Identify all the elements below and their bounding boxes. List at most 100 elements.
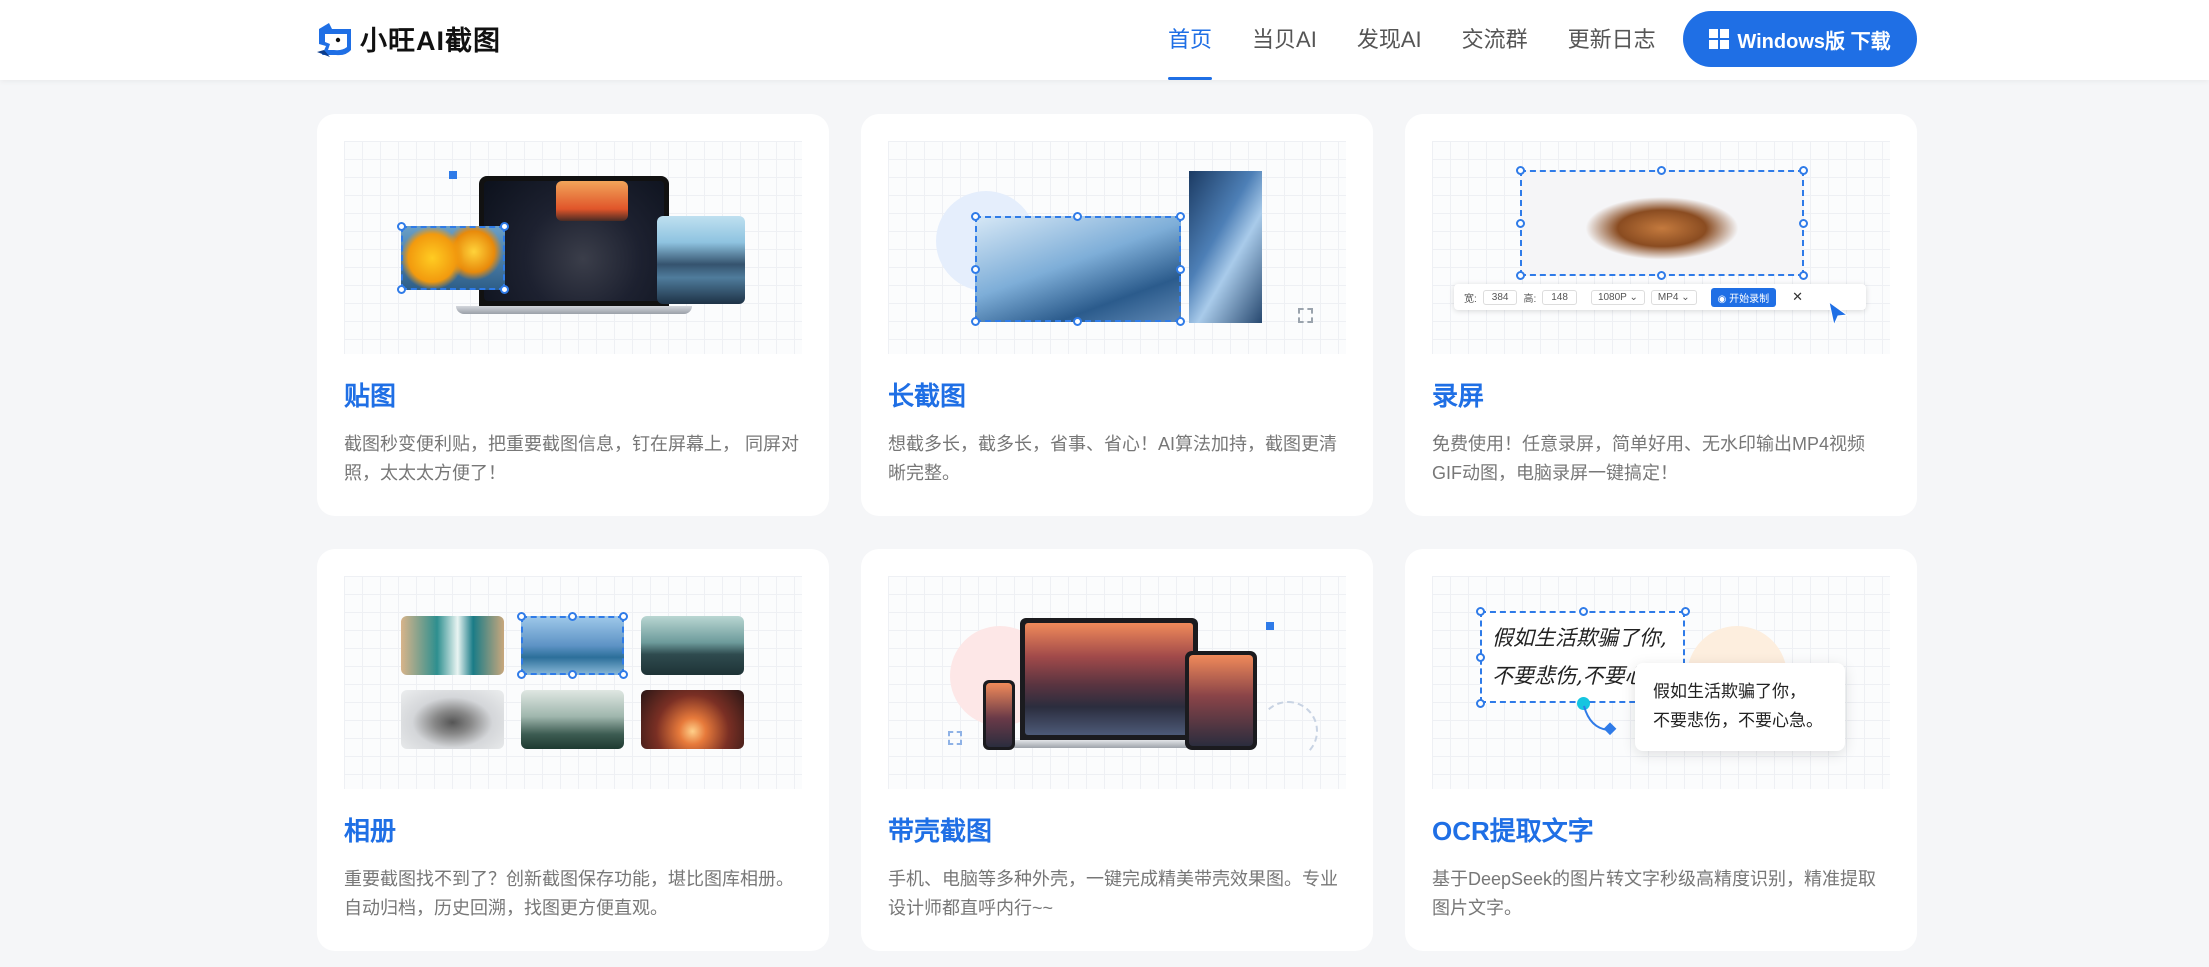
start-record-button[interactable]: ◉ 开始录制 <box>1710 287 1777 307</box>
tablet-device <box>1185 651 1257 750</box>
resize-handle <box>1516 271 1525 280</box>
record-toolbar: 宽: 384 高: 148 1080P ⌄ MP4 ⌄ ◉ 开始录制 ✕ <box>1454 284 1866 310</box>
long-screenshot-illustration <box>888 141 1346 354</box>
resize-handle <box>500 222 509 231</box>
height-label: 高: <box>1523 293 1537 305</box>
resize-handle <box>1176 212 1185 221</box>
resize-handle <box>1516 166 1525 175</box>
resize-handle <box>397 222 406 231</box>
resize-handle <box>1799 219 1808 228</box>
ocr-illustration: 假如生活欺骗了你, 不要悲伤,不要心 假如生活欺骗了你， 不要悲伤，不要心急。 <box>1432 576 1890 789</box>
laptop-base <box>456 306 692 314</box>
resize-handle <box>971 317 980 326</box>
card-description: 想截多长，截多长，省事、省心！AI算法加持，截图更清晰完整。 <box>888 434 1338 483</box>
height-input[interactable]: 148 <box>1542 289 1577 305</box>
card-description: 手机、电脑等多种外壳，一键完成精美带壳效果图。专业设计师都直呼内行~~ <box>888 869 1338 918</box>
pin-selection-frame <box>401 226 505 290</box>
feature-card-album[interactable]: 相册 重要截图找不到了？创新截图保存功能，堪比图库相册。自动归档，历史回溯，找图… <box>317 549 829 951</box>
phone-device <box>983 680 1015 750</box>
card-description: 截图秒变便利贴，把重要截图信息，钉在屏幕上， 同屏对照，太太太方便了！ <box>344 434 799 483</box>
building-photo-tall <box>1189 171 1262 323</box>
nav-changelog[interactable]: 更新日志 <box>1568 0 1656 80</box>
selection-dot-decoration <box>449 171 457 179</box>
resize-handle <box>1176 265 1185 274</box>
start-record-label: 开始录制 <box>1729 293 1770 305</box>
width-input[interactable]: 384 <box>1482 289 1518 305</box>
resize-handle <box>1476 653 1485 662</box>
resolution-value: 1080P <box>1597 291 1627 303</box>
nav-community[interactable]: 交流群 <box>1462 0 1528 80</box>
long-capture-selection <box>975 216 1181 322</box>
nav-discover-ai[interactable]: 发现AI <box>1357 0 1422 80</box>
resize-handle <box>517 670 526 679</box>
brand-logo[interactable]: 小旺AI截图 <box>316 19 501 58</box>
resize-handle <box>1799 271 1808 280</box>
resize-handle <box>1476 607 1485 616</box>
dashed-arc-decoration <box>1258 701 1318 761</box>
album-photo-forest <box>521 690 624 749</box>
feature-card-ocr[interactable]: 假如生活欺骗了你, 不要悲伤,不要心 假如生活欺骗了你， 不要悲伤，不要心急。 … <box>1405 549 1917 951</box>
card-description: 免费使用！任意录屏，简单好用、无水印输出MP4视频GIF动图，电脑录屏一键搞定！ <box>1432 434 1866 483</box>
nav-home[interactable]: 首页 <box>1168 0 1213 80</box>
resize-handle <box>1657 271 1666 280</box>
card-title: 录屏 <box>1432 381 1485 411</box>
laptop-base <box>1008 740 1210 748</box>
windows-download-button[interactable]: Windows版 下载 <box>1683 11 1917 67</box>
resize-handle <box>1516 219 1525 228</box>
close-icon[interactable]: ✕ <box>1792 289 1803 305</box>
cursor-arrow-icon <box>1828 301 1849 327</box>
nav-dangbei-ai[interactable]: 当贝AI <box>1252 0 1317 80</box>
resize-handle <box>1073 212 1082 221</box>
resize-handle <box>971 212 980 221</box>
album-photo-mountain <box>641 616 744 675</box>
ocr-result-line: 不要悲伤，不要心急。 <box>1653 711 1823 730</box>
feature-card-long-screenshot[interactable]: 长截图 想截多长，截多长，省事、省心！AI算法加持，截图更清晰完整。 <box>861 114 1373 516</box>
resize-handle <box>500 285 509 294</box>
album-photo-sunset <box>641 690 744 749</box>
card-title: 相册 <box>344 816 397 846</box>
resize-handle <box>971 265 980 274</box>
dashed-square-decoration <box>948 731 962 745</box>
main-nav: 首页 当贝AI 发现AI 交流群 更新日志 <box>1168 0 1696 80</box>
resize-handle <box>619 612 628 621</box>
resize-handle <box>1681 607 1690 616</box>
card-title: 贴图 <box>344 381 397 411</box>
resize-handle <box>568 670 577 679</box>
feature-card-pin[interactable]: 贴图 截图秒变便利贴，把重要截图信息，钉在屏幕上， 同屏对照，太太太方便了！ <box>317 114 829 516</box>
connector-arrow-icon <box>1583 705 1617 736</box>
album-photo-beach <box>401 616 504 675</box>
card-description: 重要截图找不到了？创新截图保存功能，堪比图库相册。自动归档，历史回溯，找图更方便… <box>344 869 794 918</box>
dashed-square-decoration <box>1298 308 1313 323</box>
format-select[interactable]: MP4 ⌄ <box>1650 289 1697 305</box>
screen-record-illustration: 宽: 384 高: 148 1080P ⌄ MP4 ⌄ ◉ 开始录制 ✕ <box>1432 141 1890 354</box>
card-title: OCR提取文字 <box>1432 816 1594 846</box>
ocr-result-popup: 假如生活欺骗了你， 不要悲伤，不要心急。 <box>1635 663 1845 751</box>
laptop-device <box>1020 618 1198 740</box>
format-value: MP4 <box>1657 291 1679 303</box>
resize-handle <box>517 612 526 621</box>
record-area-selection <box>1520 170 1804 276</box>
resize-handle <box>1657 166 1666 175</box>
resize-handle <box>1176 317 1185 326</box>
album-selected-frame <box>521 616 624 675</box>
feature-card-screen-record[interactable]: 宽: 384 高: 148 1080P ⌄ MP4 ⌄ ◉ 开始录制 ✕ 录屏 … <box>1405 114 1917 516</box>
resize-handle <box>1579 607 1588 616</box>
resize-handle <box>397 285 406 294</box>
resize-handle <box>568 612 577 621</box>
resize-handle <box>1073 317 1082 326</box>
lake-photo <box>657 216 745 304</box>
feature-card-device-frame[interactable]: 带壳截图 手机、电脑等多种外壳，一键完成精美带壳效果图。专业设计师都直呼内行~~ <box>861 549 1373 951</box>
pin-illustration <box>344 141 802 354</box>
brand-logo-text: 小旺AI截图 <box>360 26 501 56</box>
brand-logo-icon <box>317 22 351 57</box>
card-title: 长截图 <box>888 381 967 411</box>
resize-handle <box>619 670 628 679</box>
top-header: 小旺AI截图 首页 当贝AI 发现AI 交流群 更新日志 Windows版 下载 <box>0 0 2209 80</box>
device-frame-illustration <box>888 576 1346 789</box>
resolution-select[interactable]: 1080P ⌄ <box>1590 289 1645 305</box>
card-description: 基于DeepSeek的图片转文字秒级高精度识别，精准提取图片文字。 <box>1432 869 1877 918</box>
album-illustration <box>344 576 802 789</box>
ocr-result-line: 假如生活欺骗了你， <box>1653 682 1806 701</box>
card-title: 带壳截图 <box>888 816 993 846</box>
windows-icon <box>1709 29 1730 49</box>
